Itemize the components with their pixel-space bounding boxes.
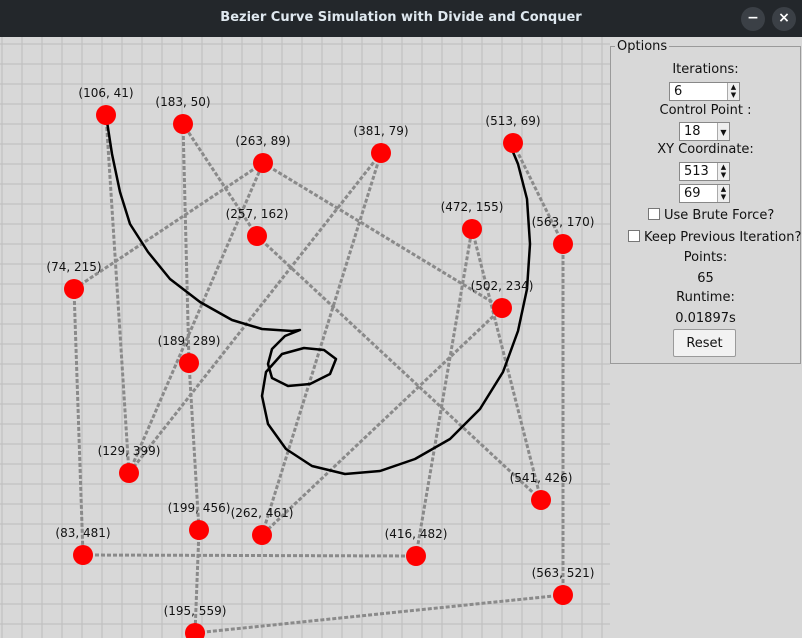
control-point-label: (416, 482) (385, 527, 448, 541)
close-icon: × (778, 10, 790, 26)
control-point[interactable] (503, 133, 523, 153)
control-point-label: (257, 162) (226, 207, 289, 221)
control-point[interactable] (553, 585, 573, 605)
chevron-down-icon[interactable]: ▼ (717, 123, 729, 140)
control-point-label: (106, 41) (78, 86, 133, 100)
control-point[interactable] (189, 520, 209, 540)
control-point-label: (183, 50) (155, 95, 210, 109)
reset-button[interactable]: Reset (673, 329, 736, 357)
control-point-label: (189, 289) (158, 334, 221, 348)
title-bar: Bezier Curve Simulation with Divide and … (0, 0, 802, 37)
control-point[interactable] (179, 353, 199, 373)
control-point[interactable] (64, 279, 84, 299)
control-point-select[interactable]: 18 ▼ (679, 122, 730, 141)
control-point-label: (472, 155) (441, 200, 504, 214)
control-point[interactable] (406, 546, 426, 566)
checkbox-icon[interactable] (648, 208, 660, 220)
close-button[interactable]: × (772, 7, 796, 31)
brute-force-label: Use Brute Force? (664, 208, 775, 223)
x-coordinate-value: 513 (684, 164, 709, 179)
control-point-label: (195, 559) (164, 604, 227, 618)
options-legend: Options (615, 39, 670, 54)
control-point[interactable] (119, 463, 139, 483)
control-point[interactable] (462, 219, 482, 239)
control-point-label: (74, 215) (46, 260, 101, 274)
control-point-label: (199, 456) (168, 501, 231, 515)
control-point[interactable] (173, 114, 193, 134)
runtime-label: Runtime: (676, 290, 735, 305)
keep-previous-label: Keep Previous Iteration? (644, 230, 802, 245)
iterations-label: Iterations: (672, 62, 739, 77)
checkbox-icon[interactable] (628, 230, 640, 242)
control-line (255, 234, 543, 502)
minimize-button[interactable]: − (741, 7, 765, 31)
control-line (82, 553, 417, 558)
control-point[interactable] (492, 298, 512, 318)
control-point-label: (563, 170) (532, 215, 595, 229)
control-point-label: (502, 234) (471, 279, 534, 293)
brute-force-checkbox[interactable]: Use Brute Force? (648, 208, 774, 223)
control-point[interactable] (371, 143, 391, 163)
y-coordinate-value: 69 (684, 186, 701, 201)
spinner-arrows-icon[interactable]: ▲ ▼ (727, 83, 739, 100)
control-point-label: (262, 461) (231, 506, 294, 520)
control-point[interactable] (247, 226, 267, 246)
control-point-label: (83, 481) (55, 526, 110, 540)
xy-coordinate-label: XY Coordinate: (657, 142, 754, 157)
control-point[interactable] (553, 234, 573, 254)
spinner-arrows-icon[interactable]: ▲ ▼ (717, 185, 729, 202)
iterations-spinner[interactable]: 6 ▲ ▼ (669, 82, 740, 101)
control-line (194, 593, 564, 635)
spinner-arrows-icon[interactable]: ▲ ▼ (717, 163, 729, 180)
control-point-label: Control Point : (659, 103, 752, 118)
control-line (127, 152, 383, 474)
control-point-label: (513, 69) (485, 114, 540, 128)
points-value: 65 (697, 271, 714, 286)
runtime-value: 0.01897s (675, 311, 736, 326)
window-title: Bezier Curve Simulation with Divide and … (220, 10, 582, 25)
control-point[interactable] (252, 525, 272, 545)
keep-previous-checkbox[interactable]: Keep Previous Iteration? (628, 230, 801, 245)
points-label: Points: (683, 250, 728, 265)
control-point-label: (381, 79) (353, 124, 408, 138)
y-coordinate-spinner[interactable]: 69 ▲ ▼ (679, 184, 730, 203)
iterations-value: 6 (674, 84, 683, 99)
control-point-label: (263, 89) (235, 134, 290, 148)
control-point[interactable] (73, 545, 93, 565)
control-point[interactable] (531, 490, 551, 510)
control-point-label: (563, 521) (532, 566, 595, 580)
control-point[interactable] (96, 105, 116, 125)
control-point-label: (129, 399) (98, 444, 161, 458)
control-line (104, 114, 131, 474)
control-point[interactable] (253, 153, 273, 173)
control-point-label: (541, 426) (510, 471, 573, 485)
minimize-icon: − (747, 10, 759, 26)
control-point-value: 18 (684, 124, 701, 139)
x-coordinate-spinner[interactable]: 513 ▲ ▼ (679, 162, 730, 181)
control-polygon (72, 114, 565, 635)
